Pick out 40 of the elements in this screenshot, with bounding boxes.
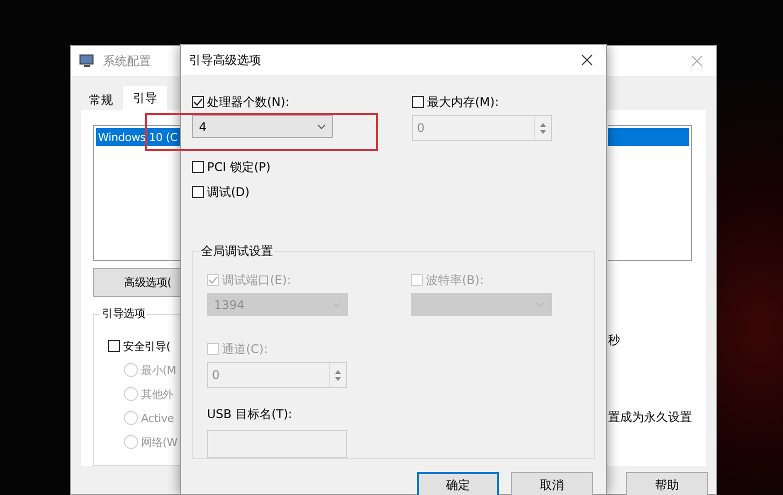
cancel-button[interactable]: 取消 — [511, 472, 593, 495]
seconds-label: 秒 — [608, 332, 621, 349]
checkbox-label: 最大内存(M): — [427, 94, 499, 110]
checkbox-label: 通道(C): — [222, 340, 268, 358]
close-icon[interactable] — [581, 54, 593, 66]
usb-target-field[interactable] — [207, 430, 347, 458]
list-item-highlight[interactable] — [608, 128, 689, 146]
checkbox[interactable] — [192, 96, 204, 108]
radio-label: 其他外 — [141, 386, 174, 402]
radio-button[interactable] — [124, 363, 138, 377]
radio-label: Active — [141, 412, 174, 424]
radio-label: 最小(M — [141, 362, 176, 378]
group-title: 引导选项 — [100, 306, 148, 321]
checkbox-label: 调试(D) — [207, 184, 250, 200]
radio-button[interactable] — [124, 387, 138, 401]
checkbox-label: PCI 锁定(P) — [207, 158, 271, 176]
list-item[interactable]: Windows 10 (C — [96, 128, 181, 146]
checkbox[interactable] — [108, 340, 120, 352]
tab[interactable]: 引导 — [123, 86, 167, 110]
advanced-options-button[interactable]: 高级选项( — [93, 268, 181, 297]
radio-button[interactable] — [124, 411, 138, 425]
radio-label: 网络(W — [141, 434, 178, 450]
ok-button[interactable]: 确定 — [417, 472, 499, 495]
monitor-icon — [79, 54, 95, 68]
chevron-icon — [317, 124, 326, 130]
help-button[interactable]: 帮助 — [626, 472, 708, 495]
window-title: 系统配置 — [103, 52, 151, 70]
processor-count-dropdown[interactable]: 4 — [192, 115, 333, 138]
checkbox[interactable] — [412, 96, 424, 108]
checkbox-label: 安全引导( — [123, 338, 170, 354]
checkbox-label: 调试端口(E): — [222, 272, 291, 288]
field-label: USB 目标名(T): — [207, 406, 294, 423]
checkbox[interactable] — [192, 161, 204, 173]
checkbox[interactable] — [192, 186, 204, 198]
radio-button[interactable] — [124, 435, 138, 449]
checkbox-label: 处理器个数(N): — [207, 94, 290, 110]
dialog-title: 引导高级选项 — [189, 52, 261, 68]
checkbox-label: 波特率(B): — [426, 272, 484, 288]
permanent-label: 置成为永久设置 — [608, 409, 693, 426]
tab[interactable]: 常规 — [79, 90, 123, 110]
